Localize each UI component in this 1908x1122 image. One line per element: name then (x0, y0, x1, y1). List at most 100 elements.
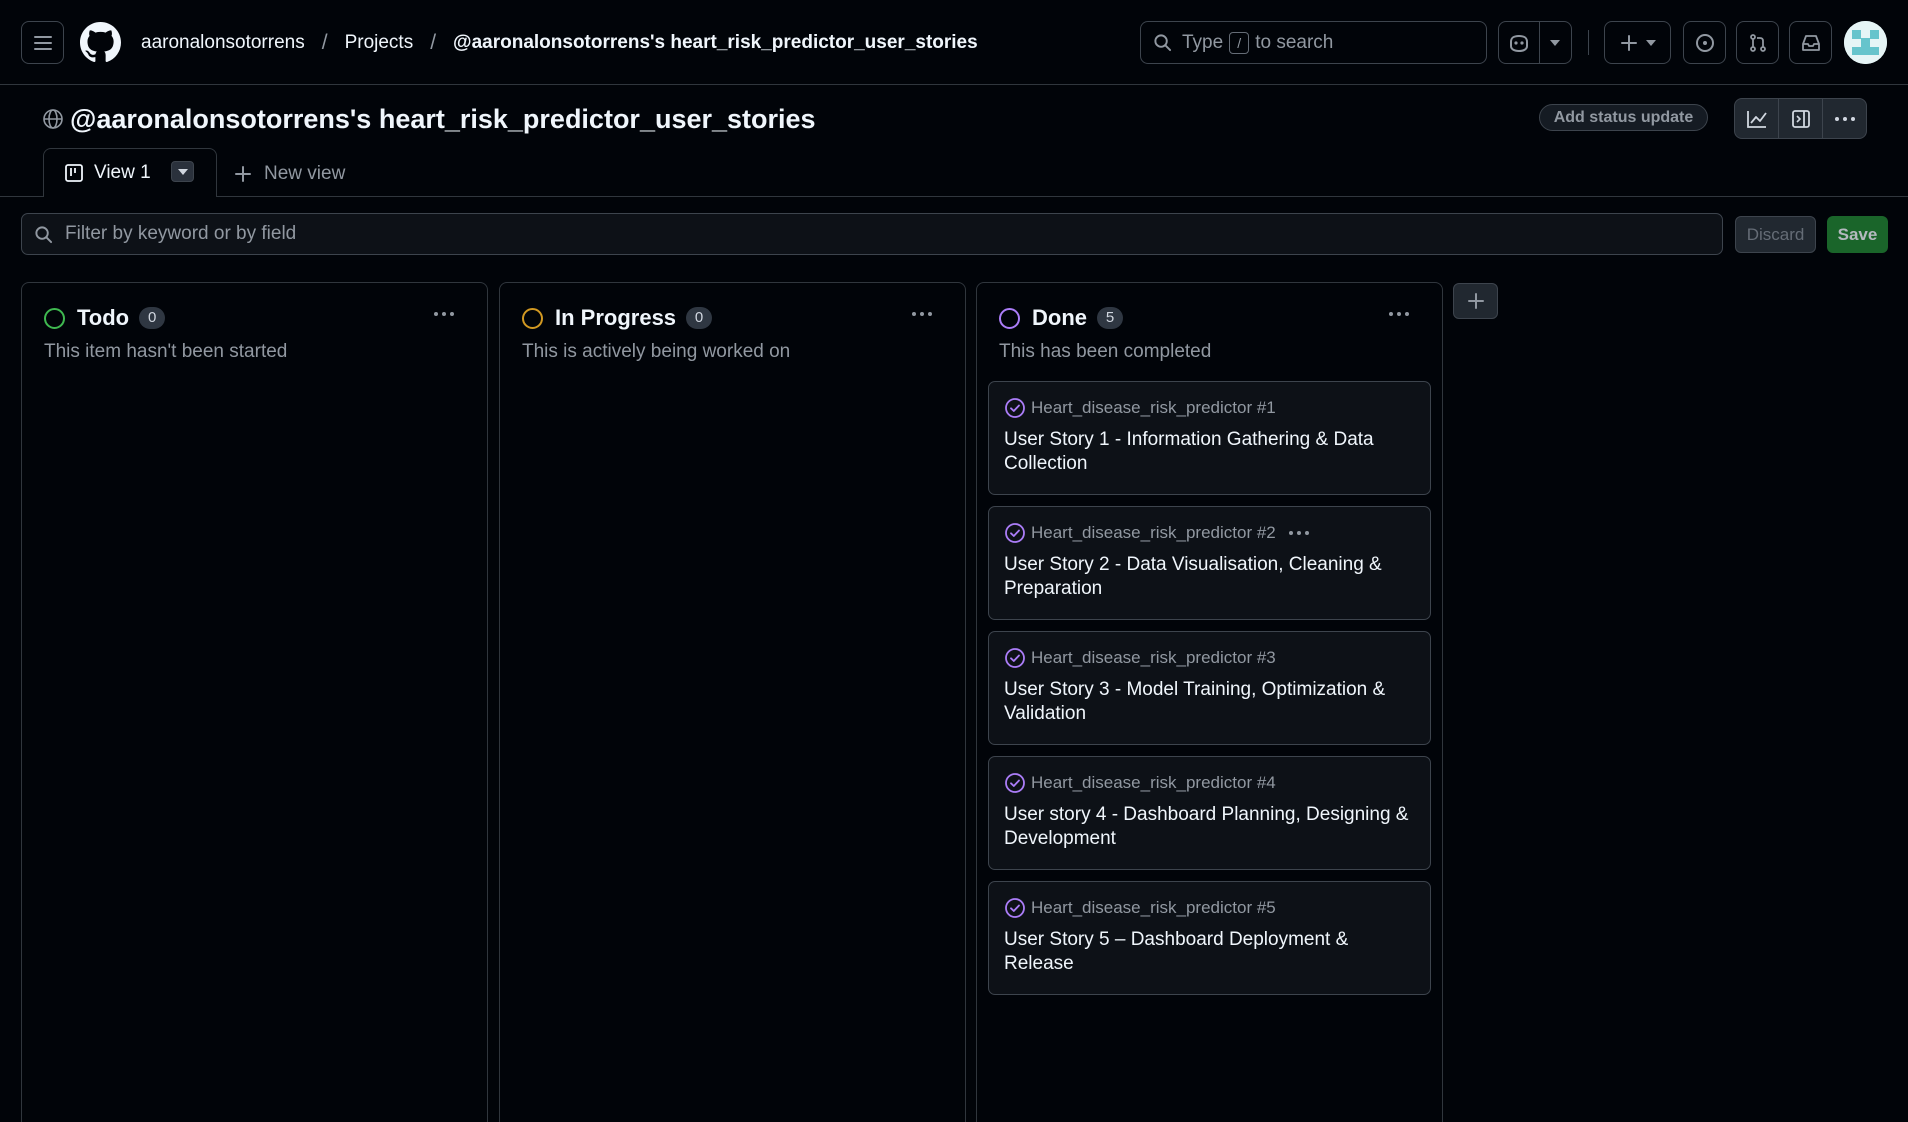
card-reference: Heart_disease_risk_predictor #3 (1004, 646, 1276, 670)
board-icon (64, 163, 84, 183)
column-header: Todo 0 (44, 303, 166, 333)
card-reference-text[interactable]: Heart_disease_risk_predictor #5 (1031, 898, 1276, 918)
header-divider (1588, 30, 1589, 55)
column-header: Done 5 (999, 303, 1123, 333)
card-title[interactable]: User Story 2 - Data Visualisation, Clean… (1004, 553, 1419, 601)
issue-opened-icon (1695, 33, 1715, 53)
status-done-icon (999, 307, 1020, 329)
global-header: aaronalonsotorrens / Projects / @aaronal… (0, 0, 1908, 85)
status-todo-icon (44, 307, 65, 329)
issue-card[interactable]: Heart_disease_risk_predictor #1 User Sto… (988, 381, 1431, 495)
create-new-button[interactable] (1604, 21, 1671, 64)
issue-closed-icon (1004, 897, 1026, 919)
git-pull-request-icon (1748, 33, 1768, 53)
issue-card[interactable]: Heart_disease_risk_predictor #5 User Sto… (988, 881, 1431, 995)
breadcrumb: aaronalonsotorrens / Projects / @aaronal… (141, 30, 978, 56)
pull-requests-button[interactable] (1736, 21, 1779, 64)
card-reference: Heart_disease_risk_predictor #5 (1004, 896, 1276, 920)
side-panel-button[interactable] (1779, 99, 1823, 138)
card-title[interactable]: User Story 3 - Model Training, Optimizat… (1004, 678, 1419, 726)
project-title: @aaronalonsotorrens's heart_risk_predict… (70, 104, 816, 134)
search-icon (34, 225, 53, 244)
status-in-progress-icon (522, 307, 543, 329)
plus-icon (1620, 34, 1638, 52)
column-done: Done 5 This has been completed Heart_dis… (976, 282, 1443, 1122)
column-title: In Progress (555, 305, 677, 330)
column-todo: Todo 0 This item hasn't been started (21, 282, 488, 1122)
card-reference-text[interactable]: Heart_disease_risk_predictor #2 (1031, 523, 1276, 543)
search-icon (1153, 33, 1172, 52)
column-menu-icon[interactable] (1388, 311, 1410, 317)
copilot-button-group (1498, 21, 1572, 64)
card-reference-text[interactable]: Heart_disease_risk_predictor #4 (1031, 773, 1276, 793)
project-menu-button[interactable] (1823, 99, 1866, 138)
column-count-badge: 5 (1097, 307, 1123, 329)
triangle-down-icon (177, 168, 188, 175)
graph-icon (1746, 109, 1768, 129)
hamburger-icon (33, 35, 53, 51)
issue-closed-icon (1004, 647, 1026, 669)
menu-button[interactable] (21, 21, 64, 64)
card-reference: Heart_disease_risk_predictor #4 (1004, 771, 1276, 795)
search-prefix: Type (1182, 31, 1224, 53)
column-count-badge: 0 (139, 307, 166, 329)
issue-closed-icon (1004, 772, 1026, 794)
card-reference-text[interactable]: Heart_disease_risk_predictor #1 (1031, 398, 1276, 418)
new-view-button[interactable]: New view (234, 162, 345, 186)
card-title[interactable]: User story 4 - Dashboard Planning, Desig… (1004, 803, 1419, 851)
breadcrumb-owner[interactable]: aaronalonsotorrens (141, 32, 305, 54)
column-title: Done (1032, 305, 1087, 330)
inbox-icon (1801, 34, 1821, 52)
issue-card[interactable]: Heart_disease_risk_predictor #4 User sto… (988, 756, 1431, 870)
column-description: This item hasn't been started (44, 341, 288, 362)
kebab-horizontal-icon (1834, 116, 1856, 122)
issue-card[interactable]: Heart_disease_risk_predictor #2 User Sto… (988, 506, 1431, 620)
plus-icon (1467, 292, 1485, 310)
plus-icon (234, 165, 252, 183)
issue-closed-icon (1004, 522, 1026, 544)
card-title[interactable]: User Story 5 – Dashboard Deployment & Re… (1004, 928, 1419, 976)
copilot-button[interactable] (1499, 33, 1539, 53)
breadcrumb-project[interactable]: @aaronalonsotorrens's heart_risk_predict… (453, 32, 978, 54)
tabs-divider (0, 196, 1908, 197)
column-menu-icon[interactable] (911, 311, 933, 317)
copilot-menu-button[interactable] (1540, 39, 1571, 46)
view-options-button[interactable] (171, 161, 194, 182)
discard-button[interactable]: Discard (1735, 216, 1816, 253)
breadcrumb-separator: / (321, 31, 328, 54)
column-description: This is actively being worked on (522, 341, 791, 362)
global-search-input[interactable]: Type / to search (1140, 21, 1487, 64)
caret-down-icon (1550, 39, 1561, 46)
column-menu-icon[interactable] (433, 311, 455, 317)
new-view-label: New view (264, 163, 346, 184)
breadcrumb-separator: / (430, 31, 437, 54)
github-logo-icon[interactable] (80, 22, 121, 63)
breadcrumb-projects[interactable]: Projects (345, 32, 414, 54)
sidebar-expand-icon (1791, 109, 1811, 129)
column-description: This has been completed (999, 341, 1212, 362)
globe-icon (42, 108, 64, 130)
card-title[interactable]: User Story 1 - Information Gathering & D… (1004, 428, 1419, 476)
save-button[interactable]: Save (1827, 216, 1888, 253)
copilot-icon (1508, 33, 1530, 53)
inbox-button[interactable] (1789, 21, 1832, 64)
column-title: Todo (77, 305, 130, 330)
filter-input[interactable]: Filter by keyword or by field (21, 213, 1723, 255)
issue-card[interactable]: Heart_disease_risk_predictor #3 User Sto… (988, 631, 1431, 745)
project-toolbar (1734, 98, 1867, 139)
insights-button[interactable] (1735, 99, 1779, 138)
card-reference-text[interactable]: Heart_disease_risk_predictor #3 (1031, 648, 1276, 668)
filter-placeholder: Filter by keyword or by field (65, 223, 297, 244)
card-reference: Heart_disease_risk_predictor #1 (1004, 396, 1276, 420)
user-avatar[interactable] (1844, 21, 1887, 64)
add-column-button[interactable] (1453, 283, 1498, 319)
add-status-update-button[interactable]: Add status update (1539, 104, 1708, 131)
issue-closed-icon (1004, 397, 1026, 419)
search-suffix: to search (1255, 31, 1334, 53)
card-menu-icon[interactable] (1288, 530, 1310, 536)
caret-down-icon (1645, 39, 1656, 46)
card-reference: Heart_disease_risk_predictor #2 (1004, 521, 1310, 545)
tab-view-1-label: View 1 (94, 162, 151, 183)
search-shortcut-key: / (1229, 31, 1250, 54)
issues-button[interactable] (1683, 21, 1726, 64)
